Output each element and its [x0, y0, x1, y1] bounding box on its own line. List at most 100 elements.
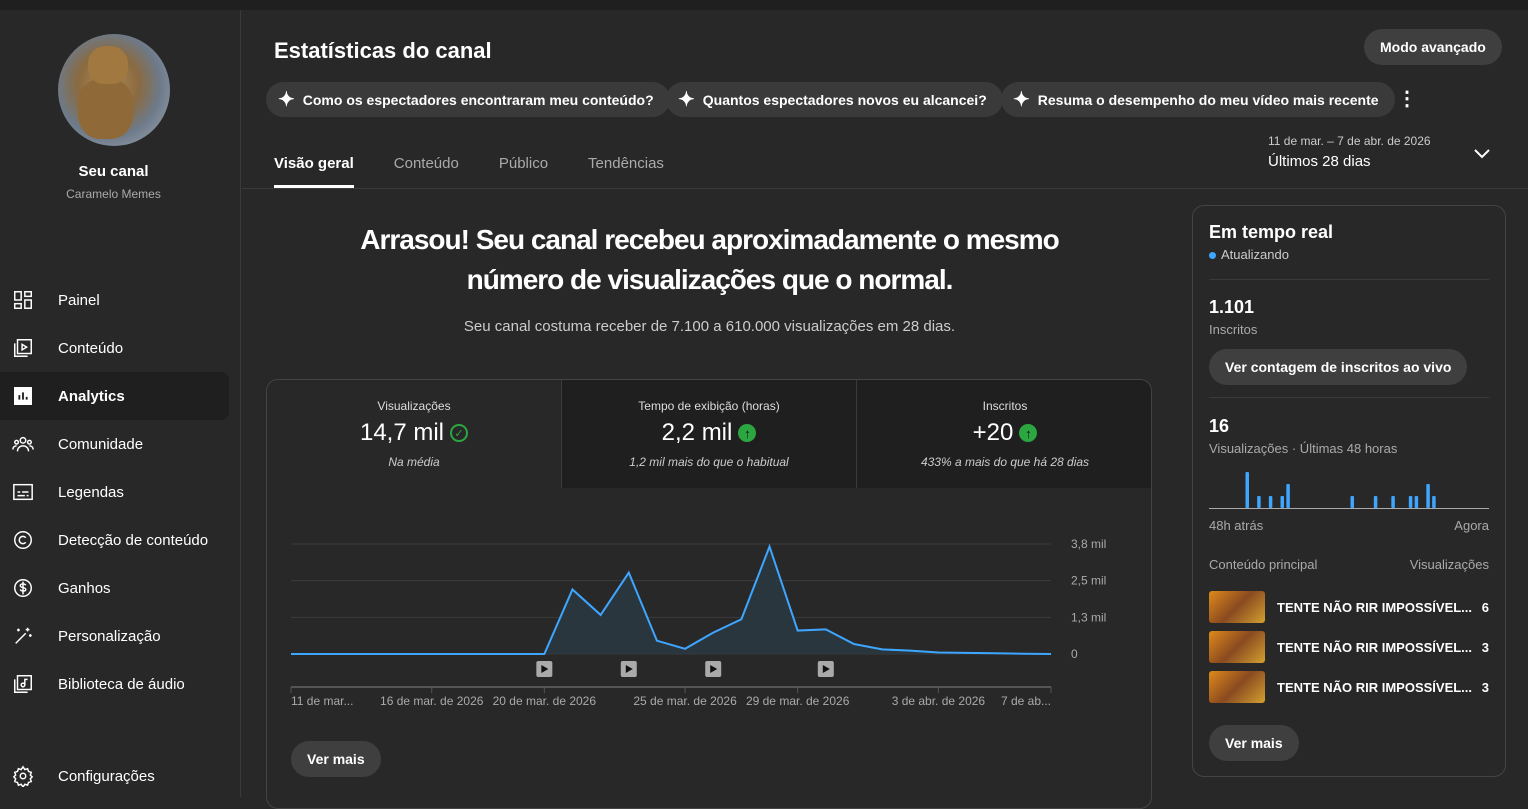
realtime-bar[interactable] — [1281, 496, 1285, 508]
community-icon — [12, 433, 34, 455]
sidebar-item-dashboard[interactable]: Painel — [0, 276, 229, 324]
realtime-bar[interactable] — [1269, 496, 1273, 508]
analytics-icon — [12, 385, 34, 407]
top-video-item[interactable]: TENTE NÃO RIR IMPOSSÍVEL...3 — [1209, 631, 1489, 663]
page-title: Estatísticas do canal — [274, 38, 492, 64]
realtime-bar[interactable] — [1391, 496, 1395, 508]
sidebar-item-audio-library[interactable]: Biblioteca de áudio — [0, 660, 229, 708]
sidebar-item-label: Biblioteca de áudio — [58, 676, 185, 693]
video-title: TENTE NÃO RIR IMPOSSÍVEL... — [1277, 600, 1482, 615]
realtime-bar[interactable] — [1286, 484, 1290, 508]
gear-icon — [12, 765, 34, 787]
more-options-icon[interactable]: ⋮ — [1397, 86, 1417, 111]
y-tick-label: 2,5 mil — [1071, 574, 1106, 588]
video-views: 6 — [1482, 600, 1489, 615]
summary-headline: Arrasou! Seu canal recebeu aproximadamen… — [342, 220, 1077, 300]
channel-title: Seu canal — [0, 163, 227, 180]
audio-library-icon — [12, 673, 34, 695]
sidebar-item-subtitles[interactable]: Legendas — [0, 468, 229, 516]
sidebar-item-label: Personalização — [58, 628, 161, 645]
chip-label: Quantos espectadores novos eu alcancei? — [703, 92, 987, 108]
sidebar-item-content[interactable]: Conteúdo — [0, 324, 229, 372]
realtime-views: 16 — [1209, 416, 1229, 437]
x-tick-label: 16 de mar. de 2026 — [380, 694, 484, 708]
status-text: Atualizando — [1221, 247, 1289, 262]
realtime-bar[interactable] — [1351, 496, 1355, 508]
tab-content[interactable]: Conteúdo — [394, 155, 459, 188]
ai-chip[interactable]: ✦Como os espectadores encontraram meu co… — [266, 82, 670, 117]
realtime-bar[interactable] — [1415, 496, 1419, 508]
realtime-bar[interactable] — [1374, 496, 1378, 508]
main-content: Estatísticas do canal Modo avançado ✦Com… — [242, 10, 1528, 797]
x-tick-label: 29 de mar. de 2026 — [746, 694, 850, 708]
realtime-bar[interactable] — [1409, 496, 1413, 508]
realtime-bar[interactable] — [1426, 484, 1430, 508]
sidebar-item-label: Ganhos — [58, 580, 111, 597]
realtime-bar[interactable] — [1257, 496, 1261, 508]
divider — [1209, 397, 1489, 398]
ai-chip[interactable]: ✦Resuma o desempenho do meu vídeo mais r… — [1001, 82, 1395, 117]
views-line — [291, 547, 1051, 654]
sidebar-item-magic-wand[interactable]: Personalização — [0, 612, 229, 660]
tab-overview[interactable]: Visão geral — [274, 155, 354, 188]
sparkle-icon: ✦ — [1013, 87, 1030, 112]
realtime-bar[interactable] — [1246, 472, 1250, 508]
tab-audience[interactable]: Público — [499, 155, 548, 188]
sidebar: Seu canal Caramelo Memes Painel ConteúdoA… — [0, 10, 241, 797]
video-published-marker[interactable] — [705, 661, 721, 677]
realtime-bar[interactable] — [1432, 496, 1436, 508]
date-range: 11 de mar. – 7 de abr. de 2026 — [1268, 134, 1431, 148]
x-tick-label: 11 de mar... — [291, 694, 353, 708]
video-thumbnail — [1209, 591, 1265, 623]
ai-chip[interactable]: ✦ Quantos espectadores novos eu alcancei? — [666, 82, 1003, 117]
sidebar-item-label: Legendas — [58, 484, 124, 501]
y-tick-label: 0 — [1071, 647, 1078, 661]
top-bar — [0, 0, 1528, 10]
realtime-title: Em tempo real — [1209, 222, 1333, 243]
live-subscribers-button[interactable]: Ver contagem de inscritos ao vivo — [1209, 349, 1467, 385]
x-tick-label: 7 de ab... — [1001, 694, 1051, 708]
subtitles-icon — [12, 481, 34, 503]
views-chart: 0 1,3 mil 2,5 mil 3,8 mil 11 de mar... 16 de … — [267, 380, 1152, 809]
dollar-icon — [12, 577, 34, 599]
realtime-see-more-button[interactable]: Ver mais — [1209, 725, 1299, 761]
y-tick-label: 3,8 mil — [1071, 537, 1106, 551]
advanced-mode-button[interactable]: Modo avançado — [1364, 29, 1502, 65]
realtime-bar-chart — [1209, 464, 1489, 510]
video-views: 3 — [1482, 640, 1489, 655]
content-icon — [12, 337, 34, 359]
realtime-views-label: Visualizações · Últimas 48 horas — [1209, 441, 1397, 456]
tab-trends[interactable]: Tendências — [588, 155, 664, 188]
y-tick-label: 1,3 mil — [1071, 610, 1106, 624]
sidebar-item-settings[interactable]: Configurações — [0, 752, 229, 800]
channel-name: Caramelo Memes — [0, 187, 227, 201]
video-title: TENTE NÃO RIR IMPOSSÍVEL... — [1277, 640, 1482, 655]
divider — [242, 188, 1528, 189]
sidebar-item-dollar[interactable]: Ganhos — [0, 564, 229, 612]
sparkle-icon: ✦ — [678, 87, 695, 112]
video-published-marker[interactable] — [818, 661, 834, 677]
video-thumbnail — [1209, 631, 1265, 663]
top-content-header: Conteúdo principal — [1209, 557, 1317, 572]
video-thumbnail — [1209, 671, 1265, 703]
sidebar-item-analytics[interactable]: Analytics — [0, 372, 229, 420]
metrics-card: Visualizações 14,7 mil✓ Na média Tempo d… — [266, 379, 1152, 809]
date-range-picker[interactable]: 11 de mar. – 7 de abr. de 2026 Últimos 2… — [1268, 134, 1431, 170]
top-video-item[interactable]: TENTE NÃO RIR IMPOSSÍVEL...3 — [1209, 671, 1489, 703]
sidebar-item-copyright[interactable]: Detecção de conteúdo — [0, 516, 229, 564]
video-published-marker[interactable] — [621, 661, 637, 677]
see-more-button[interactable]: Ver mais — [291, 741, 381, 777]
chevron-down-icon[interactable] — [1474, 142, 1490, 165]
x-tick-label: 20 de mar. de 2026 — [493, 694, 597, 708]
x-tick-label: 3 de abr. de 2026 — [892, 694, 986, 708]
chip-label: Como os espectadores encontraram meu con… — [303, 92, 654, 108]
copyright-icon — [12, 529, 34, 551]
tabs: Visão geral Conteúdo Público Tendências — [274, 155, 664, 188]
video-published-marker[interactable] — [536, 661, 552, 677]
channel-avatar[interactable] — [58, 34, 170, 146]
sidebar-item-label: Painel — [58, 292, 100, 309]
sidebar-item-label: Detecção de conteúdo — [58, 532, 208, 549]
top-video-item[interactable]: TENTE NÃO RIR IMPOSSÍVEL...6 — [1209, 591, 1489, 623]
sidebar-item-community[interactable]: Comunidade — [0, 420, 229, 468]
sidebar-item-label: Configurações — [58, 768, 155, 785]
